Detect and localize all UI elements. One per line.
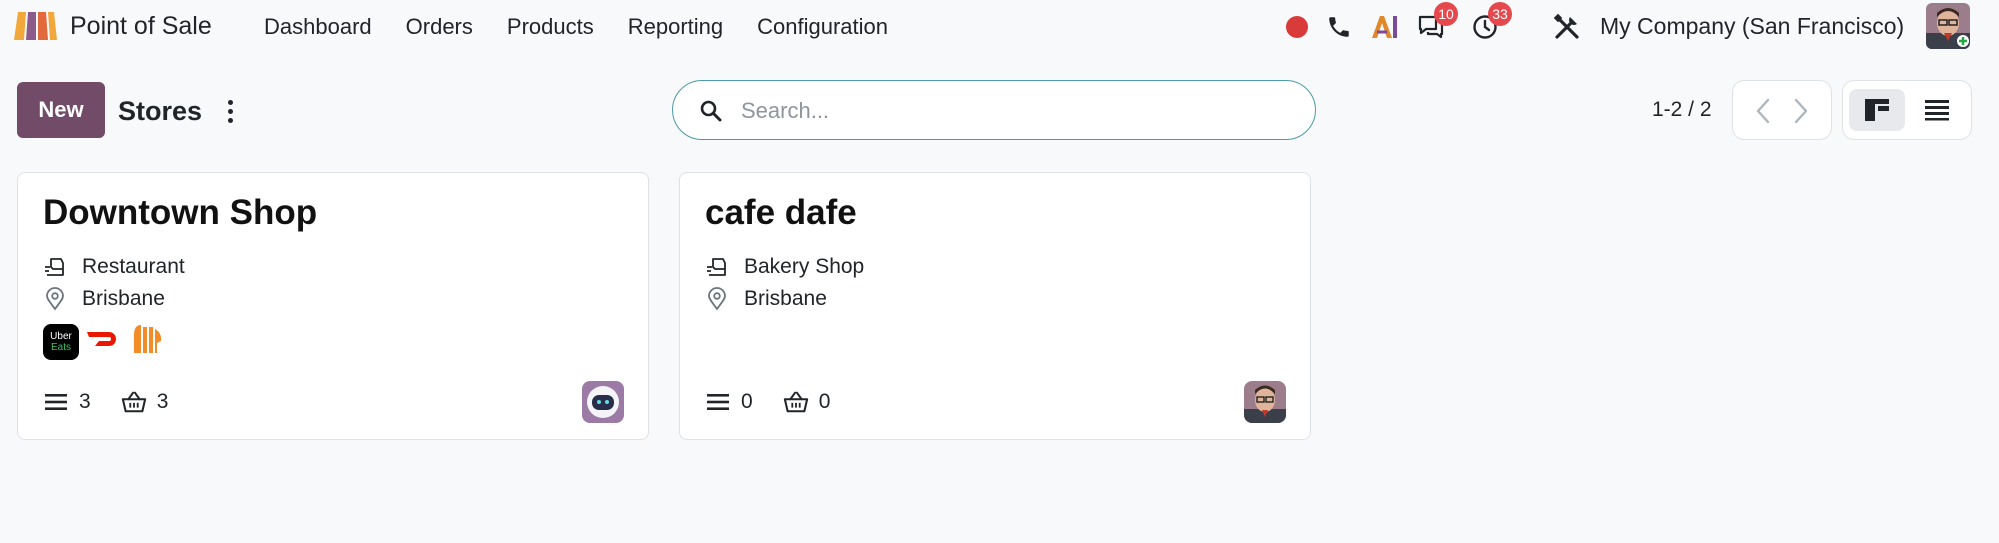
card-type: Restaurant: [82, 255, 185, 278]
uber-eats-logo: Uber Eats: [43, 323, 79, 360]
card-title: cafe dafe: [705, 193, 857, 232]
app-name[interactable]: Point of Sale: [70, 12, 212, 41]
card-type-row: Restaurant: [43, 253, 185, 281]
map-pin-icon: [43, 287, 67, 311]
shop-type-icon: [43, 255, 67, 279]
card-location-row: Brisbane: [705, 285, 827, 313]
store-card[interactable]: cafe dafe Bakery Shop Brisbane 0 0: [679, 172, 1311, 440]
basket-icon: [121, 389, 147, 415]
uber-eats-line-2: Eats: [50, 341, 71, 353]
messages-badge: 10: [1434, 2, 1458, 26]
lines-count: 3: [79, 390, 91, 413]
company-switcher[interactable]: My Company (San Francisco): [1600, 13, 1904, 40]
menu-products[interactable]: Products: [507, 14, 594, 40]
kanban-view-icon[interactable]: [1849, 89, 1905, 131]
phone-icon[interactable]: [1324, 12, 1354, 42]
main-menu: Dashboard Orders Products Reporting Conf…: [264, 14, 922, 40]
lines-count: 0: [741, 390, 753, 413]
list-lines-icon: [43, 389, 69, 415]
pager-buttons: [1732, 80, 1832, 140]
basket-stat[interactable]: 3: [121, 389, 169, 415]
delivery-services: Uber Eats: [43, 321, 165, 362]
activities-badge: 33: [1488, 2, 1512, 26]
basket-count: 3: [156, 390, 169, 413]
doordash-logo: [85, 327, 123, 356]
record-icon[interactable]: [1282, 12, 1312, 42]
menu-configuration[interactable]: Configuration: [757, 14, 888, 40]
pager-value[interactable]: 1-2 / 2: [1652, 98, 1712, 122]
map-pin-icon: [705, 287, 729, 311]
card-location: Brisbane: [744, 287, 827, 310]
systray: 10 33 My Company (San Francisco): [1270, 0, 1999, 54]
menu-reporting[interactable]: Reporting: [628, 14, 723, 40]
search-bar[interactable]: [672, 80, 1316, 140]
menulog-logo: [129, 321, 165, 362]
page-title: Stores: [118, 96, 203, 126]
menu-dashboard[interactable]: Dashboard: [264, 14, 372, 40]
top-navbar: Point of Sale Dashboard Orders Products …: [0, 0, 1999, 54]
card-type-row: Bakery Shop: [705, 253, 864, 281]
user-avatar[interactable]: [1926, 3, 1970, 49]
list-view-icon[interactable]: [1909, 89, 1965, 131]
bot-avatar[interactable]: [582, 381, 624, 423]
basket-icon: [783, 389, 809, 415]
shop-type-icon: [705, 255, 729, 279]
menu-orders[interactable]: Orders: [406, 14, 473, 40]
chevron-left-icon[interactable]: [1747, 95, 1779, 127]
pos-app-icon[interactable]: [12, 10, 58, 42]
uber-eats-line-1: Uber: [50, 330, 72, 342]
tools-icon[interactable]: [1552, 12, 1582, 42]
lines-stat[interactable]: 3: [43, 389, 91, 415]
card-stats: 3 3: [43, 389, 198, 415]
store-card[interactable]: Downtown Shop Restaurant Brisbane Uber E…: [17, 172, 649, 440]
actions-menu-icon[interactable]: [220, 96, 240, 126]
search-icon: [699, 99, 723, 123]
view-switcher: [1842, 80, 1972, 140]
basket-count: 0: [818, 390, 831, 413]
user-avatar[interactable]: [1244, 381, 1286, 423]
ai-icon[interactable]: [1370, 12, 1400, 42]
basket-stat[interactable]: 0: [783, 389, 831, 415]
chevron-right-icon[interactable]: [1785, 95, 1817, 127]
activity-clock-icon[interactable]: 33: [1470, 2, 1512, 42]
list-lines-icon: [705, 389, 731, 415]
messages-icon[interactable]: 10: [1416, 2, 1458, 42]
card-title: Downtown Shop: [43, 193, 318, 232]
search-input[interactable]: [739, 93, 1303, 129]
card-location-row: Brisbane: [43, 285, 165, 313]
card-location: Brisbane: [82, 287, 165, 310]
lines-stat[interactable]: 0: [705, 389, 753, 415]
card-type: Bakery Shop: [744, 255, 865, 278]
card-stats: 0 0: [705, 389, 860, 415]
new-button[interactable]: New: [17, 82, 105, 138]
